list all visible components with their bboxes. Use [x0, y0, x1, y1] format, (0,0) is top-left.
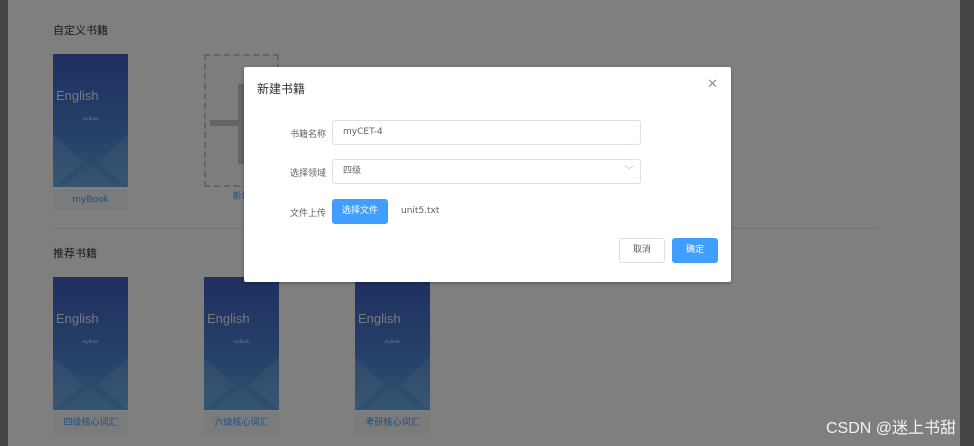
choose-file-button[interactable]: 选择文件: [332, 199, 388, 224]
domain-label: 选择领域: [289, 169, 326, 179]
uploaded-file-name: unit5.txt: [401, 206, 440, 216]
chevron-down-icon: ﹀: [624, 166, 634, 177]
dialog-title: 新建书籍: [257, 82, 306, 96]
new-book-dialog: 新建书籍 ✕ 书籍名称 myCET-4 选择领域 四级 ﹀ 文件上传 选择文件 …: [244, 67, 731, 282]
file-upload-label: 文件上传: [289, 209, 326, 219]
cancel-button[interactable]: 取消: [619, 238, 665, 263]
domain-select[interactable]: 四级 ﹀: [332, 159, 641, 184]
confirm-button[interactable]: 确定: [672, 238, 718, 263]
book-name-label: 书籍名称: [289, 130, 326, 140]
close-icon[interactable]: ✕: [707, 77, 718, 92]
book-name-input[interactable]: myCET-4: [332, 120, 641, 145]
csdn-watermark: CSDN @迷上书甜: [825, 420, 956, 437]
domain-select-value: 四级: [343, 166, 362, 176]
